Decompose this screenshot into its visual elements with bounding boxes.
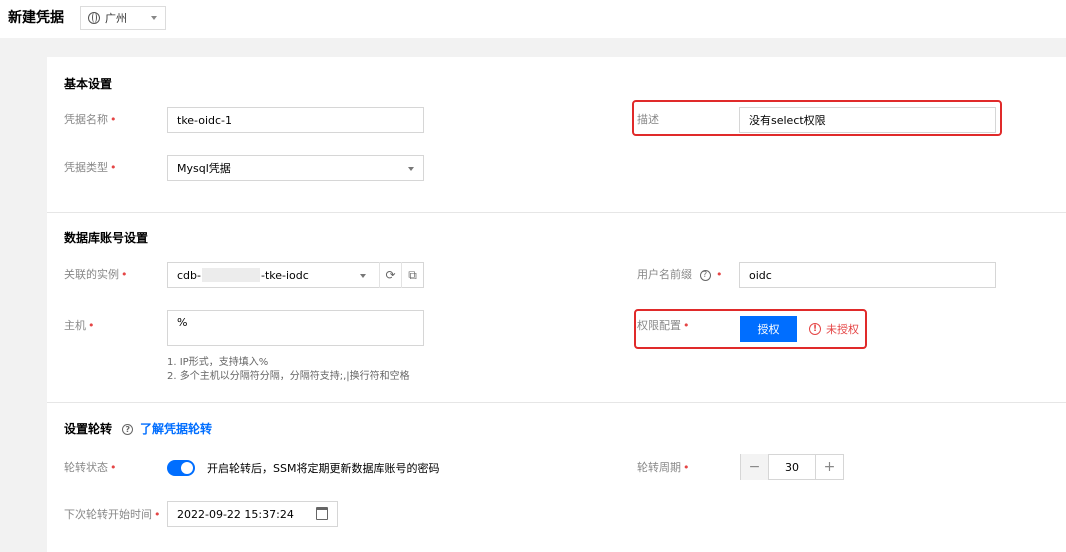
credential-type-select[interactable]: Mysql凭据 [167, 155, 424, 181]
description-input[interactable]: 没有select权限 [739, 107, 996, 133]
next-rotation-label: 下次轮转开始时间 • [64, 508, 161, 521]
plus-icon[interactable]: + [815, 454, 843, 480]
minus-icon[interactable]: − [741, 454, 769, 480]
warning-circle-icon: ! [809, 323, 821, 335]
rotation-section-title: 设置轮转 ? [64, 421, 134, 437]
unauthorized-status: ! 未授权 [809, 321, 859, 337]
top-bar: 新建凭据 广州 [0, 0, 1066, 38]
help-circle-icon[interactable]: ? [122, 424, 134, 435]
permission-label: 权限配置 • [637, 319, 690, 332]
authorize-button[interactable]: 授权 [740, 316, 797, 342]
host-hint-2: 2. 多个主机以分隔符分隔，分隔符支持;,|换行符和空格 [167, 371, 410, 382]
redacted-block [201, 268, 260, 282]
rotation-period-label: 轮转周期 • [637, 461, 690, 474]
description-label: 描述 [637, 113, 659, 126]
rotation-period-value: 30 [785, 460, 799, 474]
instance-select[interactable]: cdb- -tke-iodc ⟳ ⧉ [167, 262, 424, 288]
external-link-icon[interactable]: ⧉ [401, 262, 423, 288]
credential-name-input[interactable]: tke-oidc-1 [167, 107, 424, 133]
chevron-down-icon [360, 274, 366, 278]
chevron-down-icon [408, 167, 414, 171]
rotation-status-label: 轮转状态 • [64, 461, 117, 474]
credential-type-label: 凭据类型 • [64, 161, 117, 174]
page-title: 新建凭据 [8, 10, 64, 26]
form-card: 基本设置 凭据名称 • tke-oidc-1 凭据类型 • Mysql凭据 描述 没… [47, 57, 1066, 552]
section-divider [47, 402, 1066, 403]
credential-name-label: 凭据名称 • [64, 113, 117, 126]
username-prefix-label: 用户名前缀 ? • [637, 268, 723, 281]
username-prefix-input[interactable]: oidc [739, 262, 996, 288]
next-rotation-datepicker[interactable]: 2022-09-22 15:37:24 [167, 501, 338, 527]
rotation-period-stepper[interactable]: − 30 + [740, 454, 844, 480]
rotation-toggle[interactable] [167, 460, 195, 476]
basic-section-title: 基本设置 [64, 77, 113, 91]
host-textarea[interactable]: % [167, 310, 424, 346]
chevron-down-icon [151, 16, 157, 20]
rotation-status-text: 开启轮转后，SSM将定期更新数据库账号的密码 [207, 462, 440, 475]
learn-rotation-link[interactable]: 了解凭据轮转 [140, 421, 212, 437]
calendar-icon [316, 507, 328, 520]
section-divider [47, 212, 1066, 213]
globe-icon [88, 12, 100, 24]
db-section-title: 数据库账号设置 [64, 231, 149, 245]
help-circle-icon[interactable]: ? [699, 269, 711, 281]
region-label: 广州 [105, 12, 127, 25]
refresh-icon[interactable]: ⟳ [379, 262, 401, 288]
host-hint-1: 1. IP形式，支持填入% [167, 357, 269, 368]
instance-label: 关联的实例 • [64, 268, 128, 281]
host-label: 主机 • [64, 319, 95, 332]
region-select[interactable]: 广州 [80, 6, 166, 30]
